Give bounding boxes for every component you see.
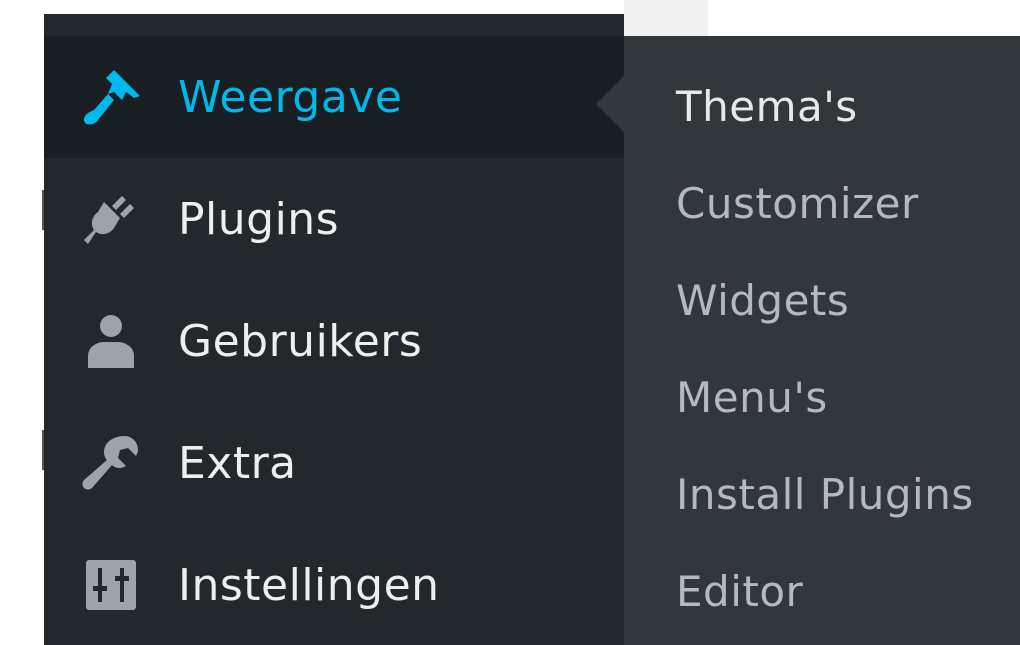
submenu-pointer-arrow <box>596 76 624 132</box>
appearance-submenu: Thema's Customizer Widgets Menu's Instal… <box>624 36 1020 645</box>
sidebar-item-label: Instellingen <box>178 559 440 611</box>
page-background-top-gray <box>624 0 708 36</box>
sidebar-item-label: Gebruikers <box>178 315 423 367</box>
submenu-item-widgets[interactable]: Widgets <box>676 276 849 325</box>
submenu-item-install-plugins[interactable]: Install Plugins <box>676 470 974 519</box>
submenu-item-menus[interactable]: Menu's <box>676 373 828 422</box>
wrench-icon <box>76 428 146 498</box>
submenu-item-themas[interactable]: Thema's <box>676 82 858 131</box>
sidebar-item-label: Weergave <box>178 71 403 123</box>
sidebar-item-gebruikers[interactable]: Gebruikers <box>44 280 624 402</box>
sidebar-item-label: Plugins <box>178 193 340 245</box>
sidebar-item-plugins[interactable]: Plugins <box>44 158 624 280</box>
paintbrush-icon <box>76 62 146 132</box>
users-icon <box>76 306 146 376</box>
settings-icon <box>76 550 146 620</box>
sidebar-item-instellingen[interactable]: Instellingen <box>44 524 624 645</box>
sidebar-item-weergave[interactable]: Weergave <box>44 36 624 158</box>
admin-sidebar-menu: Weergave Plugins Gebruikers Extra Instel… <box>44 14 624 645</box>
page-background-left <box>0 0 44 645</box>
sidebar-item-label: Extra <box>178 437 297 489</box>
submenu-item-editor[interactable]: Editor <box>676 567 803 616</box>
sidebar-item-extra[interactable]: Extra <box>44 402 624 524</box>
plugin-icon <box>76 184 146 254</box>
submenu-item-customizer[interactable]: Customizer <box>676 179 919 228</box>
screenshot-stage: Weergave Plugins Gebruikers Extra Instel… <box>0 0 1020 645</box>
